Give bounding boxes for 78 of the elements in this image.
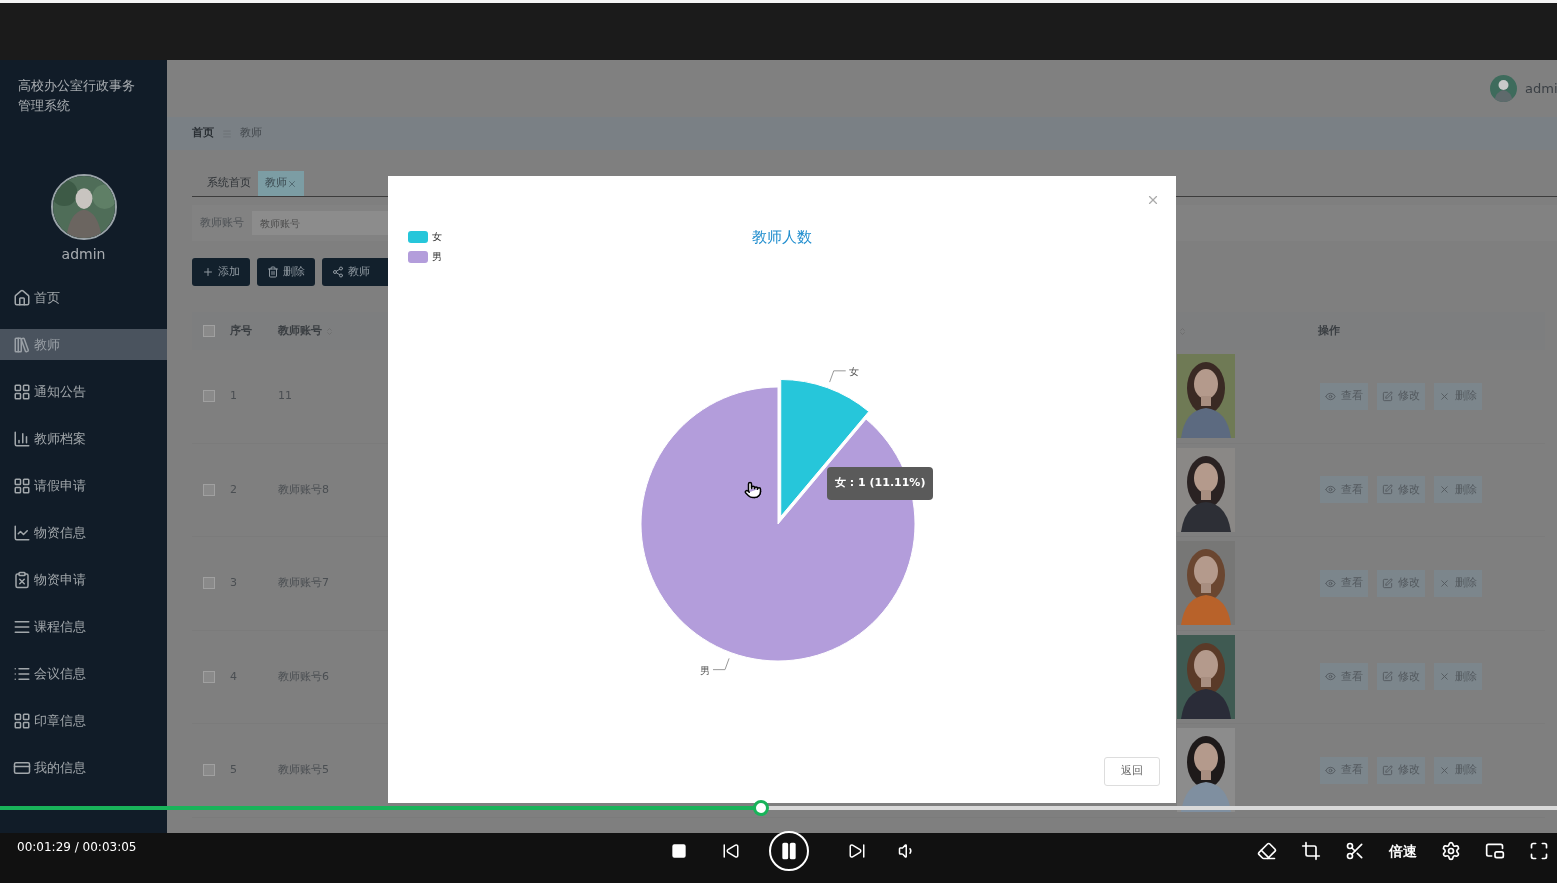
- tab[interactable]: 教师: [258, 171, 304, 196]
- previous-icon[interactable]: [722, 842, 740, 860]
- toolbar-button[interactable]: 删除: [257, 258, 315, 286]
- checkbox[interactable]: [203, 577, 215, 590]
- bar-chart-icon: [13, 429, 31, 448]
- legend-label: 男: [432, 250, 442, 264]
- leader-line: [829, 370, 847, 383]
- edit-icon: [1382, 764, 1393, 776]
- share-icon: [332, 266, 344, 278]
- stop-icon[interactable]: [671, 843, 687, 859]
- grid-icon: [13, 476, 31, 495]
- breadcrumb-link[interactable]: 首页: [192, 125, 214, 142]
- settings-icon[interactable]: [1441, 841, 1461, 861]
- slice-label: 女: [848, 365, 859, 377]
- scissors-icon[interactable]: [1345, 841, 1365, 861]
- column-header: 教师账号: [278, 322, 322, 339]
- column-header: 操作: [1318, 322, 1340, 339]
- eye-icon: [1325, 484, 1336, 496]
- tooltip: 女 : 1 (11.11%): [827, 467, 934, 500]
- eraser-icon[interactable]: [1257, 841, 1277, 861]
- eye-icon: [1325, 764, 1336, 776]
- chart-title: 教师人数: [752, 227, 812, 248]
- menu-item[interactable]: 课程信息: [0, 611, 167, 642]
- crop-icon[interactable]: [1301, 841, 1321, 861]
- eye-icon: [1325, 671, 1336, 683]
- leader-line: [712, 657, 730, 671]
- menu-item[interactable]: 物资申请: [0, 564, 167, 595]
- checkbox[interactable]: [203, 390, 215, 403]
- plus-icon: [202, 266, 214, 278]
- menu-item[interactable]: 印章信息: [0, 705, 167, 736]
- books-icon: [13, 335, 31, 354]
- column-header: 序号: [230, 322, 252, 339]
- back-button[interactable]: 返回: [1104, 757, 1160, 786]
- checkbox[interactable]: [203, 483, 215, 496]
- menu-item[interactable]: 会议信息: [0, 658, 167, 689]
- close-icon: [1439, 671, 1450, 683]
- edit-icon: [1382, 390, 1393, 402]
- checkbox[interactable]: [203, 764, 215, 777]
- picture-in-picture-icon[interactable]: [1485, 841, 1505, 861]
- pause-button[interactable]: [769, 831, 809, 871]
- fullscreen-icon[interactable]: [1529, 841, 1549, 861]
- menu-item[interactable]: 首页: [0, 282, 167, 313]
- close-icon: [1439, 484, 1450, 496]
- trash-icon: [267, 266, 279, 278]
- menu-item[interactable]: 通知公告: [0, 376, 167, 407]
- menu-item[interactable]: 教师: [0, 329, 167, 360]
- edit-icon: [1382, 484, 1393, 496]
- speed-button[interactable]: 倍速: [1389, 840, 1417, 862]
- grid-icon: [13, 711, 31, 730]
- toolbar-button[interactable]: 添加: [192, 258, 250, 286]
- time-display: 00:01:29 / 00:03:05: [17, 839, 137, 856]
- menu-item[interactable]: 请假申请: [0, 470, 167, 501]
- edit-icon: [1382, 577, 1393, 589]
- user-name: admi: [1525, 79, 1557, 98]
- close-icon: [1439, 764, 1450, 776]
- pointer-cursor-icon: [744, 481, 762, 499]
- grid-icon: [13, 382, 31, 401]
- menu-item[interactable]: 我的信息: [0, 752, 167, 783]
- close-icon: [1439, 577, 1450, 589]
- tab[interactable]: 系统首页: [200, 171, 258, 196]
- close-icon: [1439, 390, 1450, 402]
- slice-label: 男: [700, 664, 710, 676]
- progress-bar[interactable]: [0, 800, 1557, 816]
- clipboard-icon: [13, 570, 31, 589]
- menu-item[interactable]: 物资信息: [0, 517, 167, 548]
- checkbox[interactable]: [203, 670, 215, 683]
- app-title: 高校办公室行政事务管理系统: [17, 77, 136, 115]
- eye-icon: [1325, 390, 1336, 402]
- eye-icon: [1325, 577, 1336, 589]
- pause-icon: [779, 841, 799, 861]
- next-icon[interactable]: [848, 842, 866, 860]
- checkbox[interactable]: [203, 325, 215, 337]
- legend-label: 女: [432, 230, 442, 244]
- user-name: admin: [61, 245, 106, 264]
- line-chart-icon: [13, 523, 31, 542]
- edit-icon: [1382, 671, 1393, 683]
- home-icon: [13, 288, 31, 307]
- menu-item[interactable]: 教师档案: [0, 423, 167, 454]
